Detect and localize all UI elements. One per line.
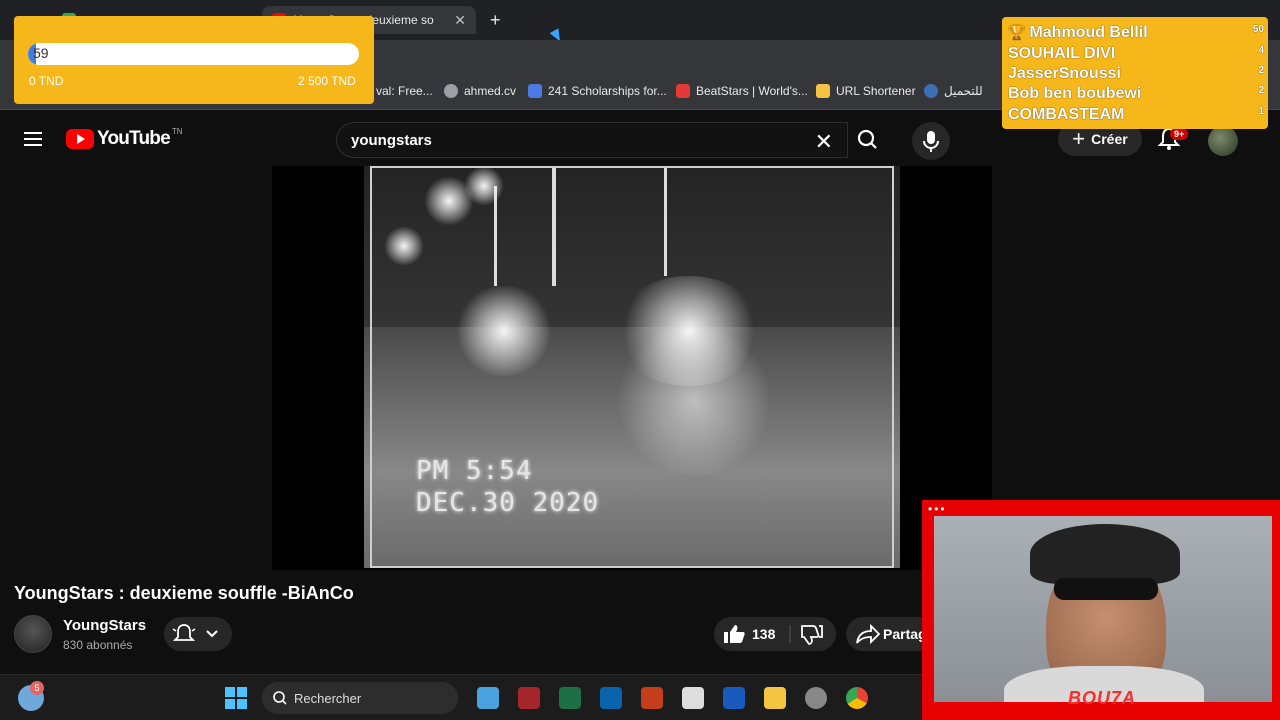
windows-start-icon[interactable] — [225, 687, 247, 709]
create-label: Créer — [1091, 131, 1128, 147]
gear-icon — [924, 84, 938, 98]
access-icon[interactable] — [518, 687, 540, 709]
powerpoint-icon[interactable] — [641, 687, 663, 709]
bookmark-label: URL Shortener — [836, 84, 916, 98]
donor-name: JasserSnoussi — [1008, 65, 1121, 82]
leaderboard-row: JasserSnoussi 2 — [1008, 65, 1264, 83]
donor-count: 50 — [1252, 24, 1264, 35]
file-explorer-icon[interactable] — [764, 687, 786, 709]
donor-name: COMBASTEAM — [1008, 106, 1125, 123]
folder-icon — [816, 84, 830, 98]
leaderboard-row: COMBASTEAM 1 — [1008, 106, 1264, 124]
chevron-down-icon — [206, 630, 218, 638]
chrome-icon[interactable] — [846, 687, 868, 709]
bookmark-label: val: Free... — [376, 84, 433, 98]
bookmark-item[interactable]: للتحميل — [924, 84, 983, 98]
donor-count: 2 — [1258, 85, 1264, 96]
clear-search-icon[interactable]: ✕ — [815, 129, 833, 155]
leaderboard-row: 🏆 Mahmoud Bellil 50 — [1008, 24, 1264, 42]
microphone-icon — [923, 131, 939, 152]
bookmark-item[interactable]: URL Shortener — [816, 84, 916, 98]
bookmark-label: 241 Scholarships for... — [548, 84, 667, 98]
search-icon — [857, 129, 877, 149]
word-icon[interactable] — [723, 687, 745, 709]
bell-icon — [172, 624, 196, 641]
menu-icon[interactable] — [24, 132, 42, 146]
donation-min-label: 0 TND — [29, 74, 64, 88]
outlook-icon[interactable] — [600, 687, 622, 709]
bookmark-item[interactable]: BeatStars | World's... — [676, 84, 808, 98]
youtube-logo[interactable]: YouTube TN — [66, 127, 183, 149]
like-icon — [724, 625, 745, 643]
donor-name: SOUHAIL DIVI — [1008, 45, 1116, 62]
donor-name: Mahmoud Bellil — [1029, 24, 1148, 41]
bookmark-label: BeatStars | World's... — [696, 84, 808, 98]
weather-badge: 5 — [30, 681, 44, 695]
donor-count: 2 — [1258, 65, 1264, 76]
streamer-name-label: BOU7A — [1068, 688, 1137, 708]
leaderboard-row: SOUHAIL DIVI 4 — [1008, 45, 1264, 63]
search-button[interactable] — [848, 122, 888, 158]
bookmark-label: للتحميل — [944, 84, 983, 98]
video-title: YoungStars : deuxieme souffle -BiAnCo — [14, 583, 354, 603]
youtube-play-icon — [66, 129, 94, 149]
video-frame[interactable]: PM 5:54 DEC.30 2020 — [364, 166, 900, 568]
snipping-tool-icon[interactable] — [682, 687, 704, 709]
dislike-icon — [801, 625, 823, 645]
beatstars-icon — [676, 84, 690, 98]
logo-text: YouTube — [97, 128, 171, 149]
excel-icon[interactable] — [559, 687, 581, 709]
donation-current-value: 59 — [33, 45, 49, 61]
trophy-icon: 🏆 — [1008, 24, 1026, 40]
search-icon — [273, 691, 287, 705]
leaderboard-row: Bob ben boubewi 2 — [1008, 85, 1264, 103]
donation-max-label: 2 500 TND — [298, 74, 356, 88]
voice-search-button[interactable] — [912, 122, 950, 160]
channel-avatar[interactable] — [14, 615, 52, 653]
account-avatar[interactable] — [1208, 126, 1238, 156]
search-input[interactable]: youngstars ✕ — [336, 122, 848, 158]
plus-icon: + — [1072, 126, 1086, 151]
donation-progress-bar — [28, 43, 359, 65]
scholarship-icon — [528, 84, 542, 98]
frame-dots-icon: ••• — [928, 502, 947, 516]
subscription-bell-button[interactable] — [164, 617, 232, 651]
share-label: Partager — [883, 626, 923, 642]
share-icon — [856, 623, 881, 645]
taskbar-search[interactable]: Rechercher — [262, 682, 458, 714]
notification-badge: 9+ — [1170, 128, 1189, 140]
webcam-feed — [934, 516, 1272, 702]
close-tab-icon[interactable]: ✕ — [454, 12, 466, 29]
taskbar-search-placeholder: Rechercher — [294, 690, 362, 706]
donor-name: Bob ben boubewi — [1008, 85, 1142, 102]
globe-icon — [444, 84, 458, 98]
bookmark-item[interactable]: val: Free... — [376, 84, 433, 98]
like-count: 138 — [752, 626, 776, 642]
bookmark-label: ahmed.cv — [464, 84, 517, 98]
donor-count: 4 — [1258, 45, 1264, 56]
bookmark-item[interactable]: ahmed.cv — [444, 84, 516, 98]
search-value: youngstars — [351, 131, 432, 149]
notepad-icon[interactable] — [477, 687, 499, 709]
bookmark-item[interactable]: 241 Scholarships for... — [528, 84, 667, 98]
channel-name[interactable]: YoungStars — [63, 617, 146, 634]
new-tab-button[interactable]: + — [490, 10, 501, 31]
logo-country: TN — [171, 127, 183, 136]
donor-count: 1 — [1258, 106, 1264, 117]
app-icon[interactable] — [805, 687, 827, 709]
channel-subscribers: 830 abonnés — [63, 638, 133, 652]
